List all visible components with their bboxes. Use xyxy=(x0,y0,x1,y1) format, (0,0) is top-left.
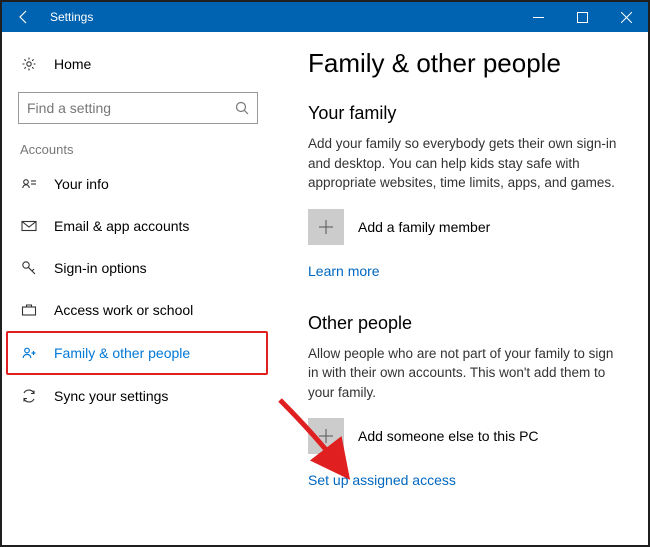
sidebar-item-sync[interactable]: Sync your settings xyxy=(2,375,274,417)
sync-icon xyxy=(20,388,38,404)
sidebar-item-family[interactable]: Family & other people xyxy=(6,331,268,375)
mail-icon xyxy=(20,218,38,234)
sidebar-item-label: Sign-in options xyxy=(54,260,147,276)
sidebar-item-label: Sync your settings xyxy=(54,388,168,404)
key-icon xyxy=(20,260,38,276)
minimize-button[interactable] xyxy=(516,2,560,32)
sidebar: Home Accounts Your info Emai xyxy=(2,32,274,545)
sidebar-item-your-info[interactable]: Your info xyxy=(2,163,274,205)
sidebar-item-label: Your info xyxy=(54,176,109,192)
back-button[interactable] xyxy=(2,2,46,32)
arrow-left-icon xyxy=(16,9,32,25)
sidebar-item-signin[interactable]: Sign-in options xyxy=(2,247,274,289)
section-heading-family: Your family xyxy=(308,103,624,124)
learn-more-link[interactable]: Learn more xyxy=(308,263,380,279)
assigned-access-link[interactable]: Set up assigned access xyxy=(308,472,456,488)
briefcase-icon xyxy=(20,302,38,318)
search-box[interactable] xyxy=(18,92,258,124)
add-family-label: Add a family member xyxy=(358,219,490,235)
people-icon xyxy=(20,345,38,361)
person-card-icon xyxy=(20,176,38,192)
sidebar-nav: Your info Email & app accounts Sign-in o… xyxy=(2,163,274,417)
maximize-icon xyxy=(577,12,588,23)
close-button[interactable] xyxy=(604,2,648,32)
sidebar-home-label: Home xyxy=(54,56,91,72)
maximize-button[interactable] xyxy=(560,2,604,32)
sidebar-item-label: Family & other people xyxy=(54,345,190,361)
sidebar-item-work[interactable]: Access work or school xyxy=(2,289,274,331)
plus-box-icon xyxy=(308,418,344,454)
section-heading-other: Other people xyxy=(308,313,624,334)
close-icon xyxy=(621,12,632,23)
add-family-member-button[interactable]: Add a family member xyxy=(308,209,624,245)
page-title: Family & other people xyxy=(308,48,624,79)
sidebar-home[interactable]: Home xyxy=(2,46,274,82)
search-icon xyxy=(235,101,249,115)
sidebar-item-label: Email & app accounts xyxy=(54,218,189,234)
add-someone-else-button[interactable]: Add someone else to this PC xyxy=(308,418,624,454)
section-desc-family: Add your family so everybody gets their … xyxy=(308,134,624,193)
content-pane: Family & other people Your family Add yo… xyxy=(274,32,648,545)
window-title: Settings xyxy=(50,10,93,24)
gear-icon xyxy=(20,56,38,72)
plus-box-icon xyxy=(308,209,344,245)
minimize-icon xyxy=(533,12,544,23)
sidebar-item-email[interactable]: Email & app accounts xyxy=(2,205,274,247)
section-desc-other: Allow people who are not part of your fa… xyxy=(308,344,624,403)
search-input[interactable] xyxy=(27,100,235,116)
sidebar-section-label: Accounts xyxy=(2,142,274,157)
add-someone-label: Add someone else to this PC xyxy=(358,428,539,444)
titlebar: Settings xyxy=(2,2,648,32)
sidebar-item-label: Access work or school xyxy=(54,302,193,318)
